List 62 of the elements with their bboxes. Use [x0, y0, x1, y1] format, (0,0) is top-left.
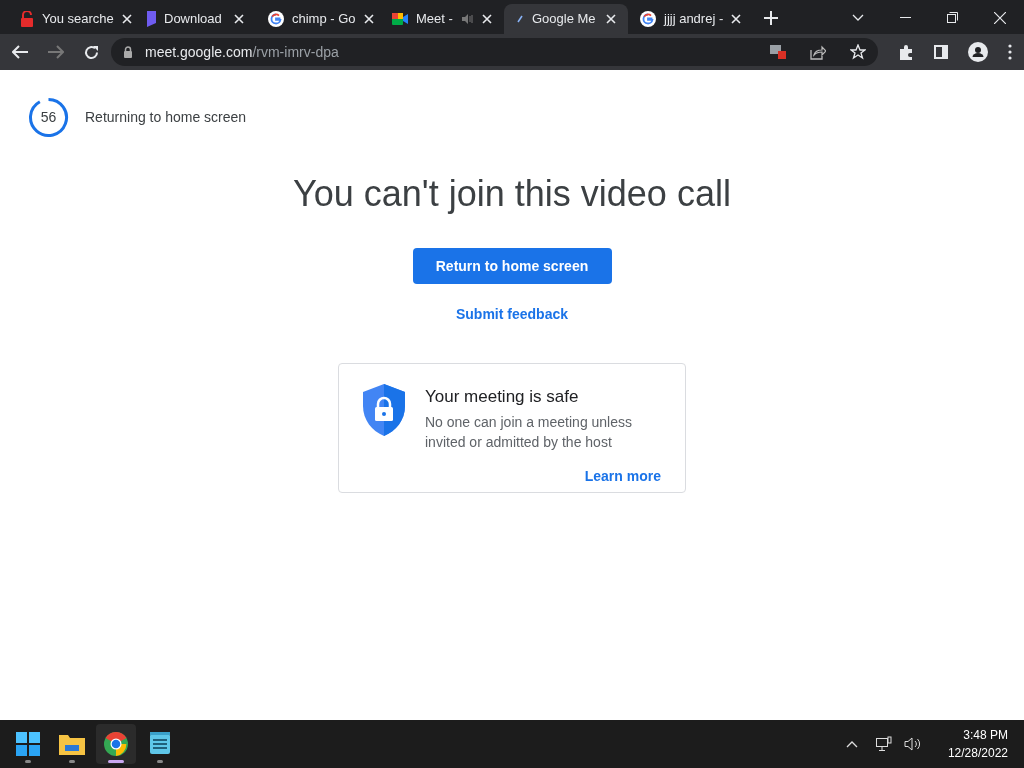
share-icon[interactable] — [810, 44, 826, 60]
chevron-down-icon[interactable] — [852, 14, 864, 22]
learn-more-link[interactable]: Learn more — [584, 465, 661, 487]
tab-title: Download — [164, 10, 223, 29]
blocked-popup-icon[interactable] — [770, 45, 786, 59]
countdown-ring — [28, 97, 69, 138]
lock-icon — [123, 46, 133, 58]
plus-icon[interactable] — [764, 11, 778, 25]
close-icon[interactable] — [234, 14, 244, 24]
profile-icon[interactable] — [968, 42, 988, 62]
countdown-number: 56 — [40, 109, 57, 126]
speaker-icon[interactable] — [903, 737, 922, 751]
chrome-icon — [104, 732, 128, 756]
windows-icon — [16, 732, 40, 756]
shield-lock-icon — [363, 384, 405, 436]
browser-tab[interactable]: chimp - Go — [256, 4, 380, 34]
tab-title: jjjj andrej - — [664, 10, 724, 29]
address-bar[interactable]: meet.google.com/rvm-imrv-dpa — [111, 38, 878, 66]
network-icon[interactable] — [875, 736, 892, 752]
browser-tab[interactable]: Meet - — [380, 4, 504, 34]
star-icon[interactable] — [850, 44, 866, 60]
menu-icon[interactable] — [1008, 44, 1012, 60]
browser-tab[interactable]: jjjj andrej - — [628, 4, 752, 34]
status-text: Returning to home screen — [85, 108, 247, 127]
chevron-up-icon[interactable] — [845, 740, 858, 748]
speaker-icon — [462, 14, 474, 24]
tab-title: Meet - — [416, 10, 454, 29]
browser-tab[interactable]: You searche — [8, 4, 132, 34]
close-icon[interactable] — [363, 14, 374, 24]
card-title: Your meeting is safe — [425, 386, 580, 408]
url-text: meet.google.com/rvm-imrv-dpa — [145, 42, 339, 62]
camera-icon — [392, 12, 408, 26]
spinner-icon — [516, 15, 524, 23]
lock-icon — [20, 11, 34, 27]
document-icon — [144, 11, 156, 27]
close-icon[interactable] — [731, 14, 742, 24]
restore-icon[interactable] — [947, 12, 958, 23]
card-text: No one can join a meeting unless invited or admitted by the host — [425, 412, 634, 452]
return-home-button[interactable]: Return to home screen — [412, 248, 612, 284]
forward-arrow-icon[interactable] — [48, 45, 64, 59]
reload-icon[interactable] — [84, 44, 99, 60]
folder-icon — [59, 733, 85, 755]
notepad-icon — [150, 732, 170, 756]
clock-time: 3:48 PM — [963, 727, 1008, 744]
back-arrow-icon[interactable] — [12, 45, 28, 59]
clock-date: 12/28/2022 — [947, 745, 1008, 762]
close-icon[interactable] — [606, 14, 616, 24]
google-icon — [268, 11, 284, 27]
close-icon[interactable] — [994, 12, 1006, 24]
page-heading: You can't join this video call — [293, 172, 731, 216]
taskbar-app[interactable] — [96, 724, 136, 764]
tab-title: chimp - Go — [292, 10, 356, 29]
google-icon — [640, 11, 656, 27]
puzzle-icon[interactable] — [898, 44, 914, 60]
close-icon[interactable] — [121, 14, 132, 24]
tab-title: Google Me — [532, 10, 597, 29]
side-panel-icon[interactable] — [934, 45, 948, 59]
browser-tab[interactable]: Download — [132, 4, 256, 34]
tab-title: You searche — [42, 10, 114, 29]
close-icon[interactable] — [482, 14, 492, 24]
browser-tab[interactable]: Google Me — [504, 4, 628, 34]
feedback-link[interactable]: Submit feedback — [456, 304, 568, 325]
